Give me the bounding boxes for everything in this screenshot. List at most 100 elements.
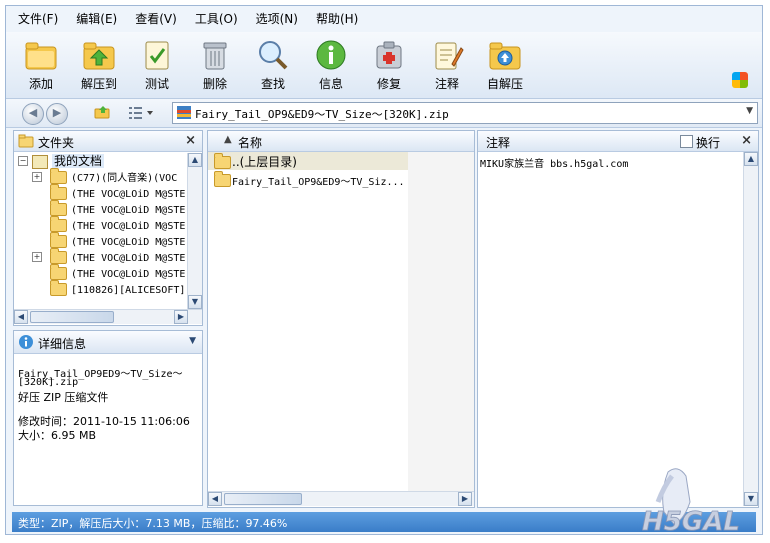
repair-icon [372,38,406,72]
tree-item-label: (THE VOC@LOiD M@STE [71,269,186,280]
toolbar: 添加 解压到 测试 删除 查找 信息 修复 注释 自解压 [6,32,762,99]
up-folder-button[interactable] [94,105,110,119]
documents-icon [32,154,48,169]
tree-item-label: (THE VOC@LOiD M@STE [71,237,186,248]
tree-item-label: [110826][ALICESOFT] [71,285,186,296]
comment-text[interactable]: MIKU家族兰音 bbs.h5gal.com [480,155,628,170]
tree-item-label: (THE VOC@LOiD M@STE [71,221,186,232]
scroll-up-icon[interactable]: ▲ [744,152,758,166]
tree-item-label: (THE VOC@LOiD M@STE [71,205,186,216]
scroll-up-icon[interactable]: ▲ [188,153,202,167]
tree-root-label: 我的文档 [52,154,105,168]
view-mode-button[interactable] [128,106,154,120]
comment-title: 注释 [486,136,511,150]
test-button[interactable]: 测试 [128,38,186,96]
menu-options[interactable]: 选项(N) [250,6,304,32]
scroll-left-icon[interactable]: ◀ [208,492,222,506]
file-list-hscrollbar[interactable]: ◀ ▶ [208,491,474,506]
folder-icon [214,171,231,187]
extract-to-label: 解压到 [80,77,117,91]
self-extract-button[interactable]: 自解压 [476,38,534,96]
address-field[interactable]: Fairy_Tail_OP9&ED9～TV_Size～[320K].zip ▼ [172,102,758,124]
close-comment-panel-icon[interactable]: × [741,133,752,148]
address-dropdown-icon[interactable]: ▼ [746,106,753,116]
menu-tools[interactable]: 工具(O) [189,6,244,32]
folder-vscrollbar[interactable]: ▲ ▼ [187,153,202,309]
file-row-name: ..(上层目录) [232,155,297,169]
test-icon [140,38,174,72]
collapse-icon[interactable]: − [18,156,28,166]
folder-icon [50,264,67,280]
folder-icon [50,216,67,232]
watermark-logo: H5GAL [638,462,758,537]
tree-item-label: (THE VOC@LOiD M@STE [71,253,186,264]
extract-to-button[interactable]: 解压到 [70,38,128,96]
back-button[interactable]: ◀ [22,103,44,125]
menu-edit[interactable]: 编辑(E) [70,6,123,32]
wrap-checkbox[interactable] [680,135,693,148]
folder-icon [50,168,67,184]
close-folder-panel-icon[interactable]: × [185,133,196,148]
scroll-left-icon[interactable]: ◀ [14,310,28,324]
menu-view[interactable]: 查看(V) [129,6,183,32]
zip-archive-icon [177,106,191,119]
details-panel-header: 详细信息 ▼ [14,331,202,354]
details-filename-2: [320K].zip [18,377,79,388]
expand-icon[interactable]: + [32,252,42,262]
folder-panel-header: 文件夹 × [14,131,202,152]
address-bar: ◀ ▶ Fairy_Tail_OP9&ED9～TV_Size～[320K].zi… [6,99,762,128]
file-list-hscroll-thumb[interactable] [224,493,302,505]
folder-panel-title: 文件夹 [38,136,75,150]
details-panel: 详细信息 ▼ Fairy_Tail_OP9ED9～TV_Size～ [320K]… [13,330,203,506]
add-button[interactable]: 添加 [12,38,70,96]
wrap-label: 换行 [696,136,721,150]
folder-add-icon [24,38,58,72]
comment-icon [430,38,464,72]
folder-hscroll-thumb[interactable] [30,311,114,323]
scroll-right-icon[interactable]: ▶ [174,310,188,324]
details-size: 大小：6.95 MB [18,429,97,442]
tree-item-label: (C77)(同人音楽)(VOC [71,173,178,184]
info-icon [314,38,348,72]
tree-item-label: (THE VOC@LOiD M@STE [71,189,186,200]
folder-panel: 文件夹 × − 我的文档 + (C77)(同人音楽)(VOC (THE VOC@LO… [13,130,203,326]
self-extract-icon [488,38,522,72]
info-label: 信息 [318,77,343,91]
address-path: Fairy_Tail_OP9&ED9～TV_Size～[320K].zip [195,108,449,121]
info-small-icon [19,335,33,349]
menu-file[interactable]: 文件(F) [12,6,64,32]
menu-help[interactable]: 帮助(H) [310,6,364,32]
details-title: 详细信息 [38,337,87,351]
details-type: 好压 ZIP 压缩文件 [18,391,109,404]
delete-button[interactable]: 删除 [186,38,244,96]
repair-label: 修复 [376,77,401,91]
haozip-window: 文件(F) 编辑(E) 查看(V) 工具(O) 选项(N) 帮助(H) 添加 解… [5,5,763,535]
scroll-down-icon[interactable]: ▼ [188,295,202,309]
repair-button[interactable]: 修复 [360,38,418,96]
scroll-right-icon[interactable]: ▶ [458,492,472,506]
comment-panel-header: 注释 换行 × [478,131,758,152]
list-view-icon [129,107,153,119]
column-name[interactable]: 名称 [238,134,262,151]
up-folder-icon [94,106,110,119]
find-button[interactable]: 查找 [244,38,302,96]
folder-icon [50,184,67,200]
file-list-panel: ▲ 名称 ..(上层目录) Fairy_Tail_OP9&ED9～TV_Siz.… [207,130,475,508]
info-button[interactable]: 信息 [302,38,360,96]
svg-text:H5GAL: H5GAL [642,507,740,532]
status-text: 类型：ZIP，解压后大小：7.13 MB，压缩比：97.46% [18,517,288,530]
folder-hscrollbar[interactable]: ◀ ▶ [14,309,202,324]
file-row-name: Fairy_Tail_OP9&ED9～TV_Siz... [232,177,405,188]
self-extract-label: 自解压 [486,77,523,91]
comment-vscrollbar[interactable]: ▲ ▼ [743,152,758,506]
comment-label: 注释 [434,77,459,91]
folder-icon [50,200,67,216]
magnifier-icon [256,38,290,72]
comment-button[interactable]: 注释 [418,38,476,96]
find-label: 查找 [260,77,285,91]
folder-icon [50,248,67,264]
forward-button[interactable]: ▶ [46,103,68,125]
collapse-details-icon[interactable]: ▼ [189,336,196,346]
menu-bar: 文件(F) 编辑(E) 查看(V) 工具(O) 选项(N) 帮助(H) [6,6,762,32]
expand-icon[interactable]: + [32,172,42,182]
